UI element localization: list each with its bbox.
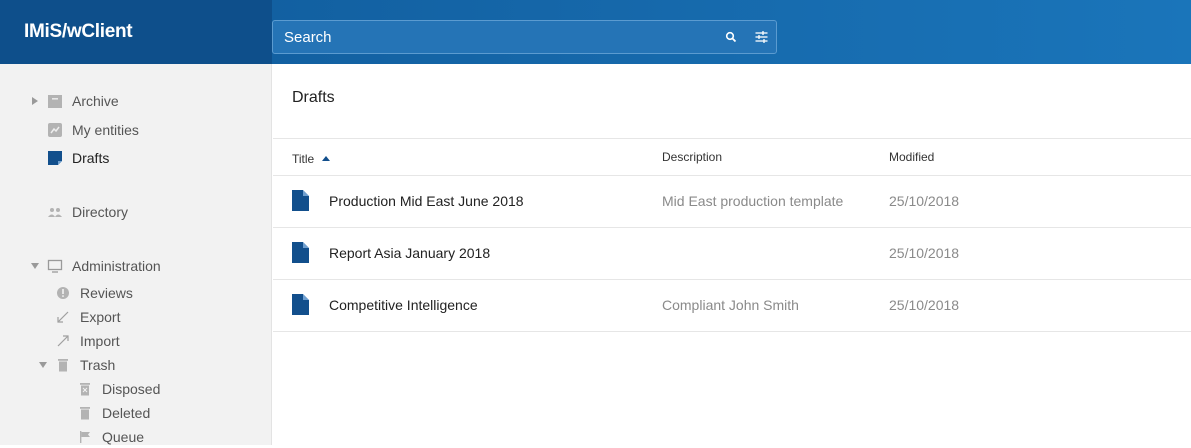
document-icon	[292, 294, 309, 318]
row-modified: 25/10/2018	[889, 245, 960, 261]
column-header-title[interactable]: Title	[292, 150, 330, 166]
row-title: Competitive Intelligence	[329, 297, 478, 313]
sidebar-item-my-entities[interactable]: My entities	[46, 119, 139, 141]
sidebar-item-reviews[interactable]: Reviews	[54, 282, 133, 304]
sidebar-item-drafts[interactable]: Drafts	[46, 147, 109, 169]
directory-icon	[46, 203, 64, 221]
sidebar-item-label: Trash	[80, 357, 116, 373]
import-icon	[54, 332, 72, 350]
sidebar-item-label: Queue	[102, 429, 145, 445]
row-description: Mid East production template	[662, 193, 844, 209]
sidebar-item-archive[interactable]: Archive	[28, 90, 119, 112]
deleted-icon	[76, 404, 94, 422]
sidebar-item-label: Archive	[72, 93, 119, 109]
table-row[interactable]: Production Mid East June 2018 Mid East p…	[273, 176, 1191, 228]
column-header-description[interactable]: Description	[662, 150, 722, 164]
row-modified: 25/10/2018	[889, 297, 960, 313]
sidebar-item-disposed[interactable]: Disposed	[76, 378, 160, 400]
table-header: Title Description Modified	[273, 138, 1191, 176]
sidebar-item-label: Import	[80, 333, 120, 349]
trash-icon	[54, 356, 72, 374]
drafts-icon	[46, 149, 64, 167]
queue-icon	[76, 428, 94, 446]
search-bar	[272, 20, 777, 54]
sidebar-item-trash[interactable]: Trash	[36, 354, 115, 376]
sidebar-item-label: Export	[80, 309, 121, 325]
my-entities-icon	[46, 121, 64, 139]
sidebar: Archive My entities Drafts Directory Adm…	[0, 64, 272, 445]
archive-icon	[46, 92, 64, 110]
page-title: Drafts	[292, 89, 335, 106]
document-icon	[292, 190, 309, 214]
sidebar-item-label: Administration	[72, 258, 161, 274]
main-content: Drafts Title Description Modified Produc…	[273, 64, 1191, 445]
sidebar-item-label: Deleted	[102, 405, 151, 421]
table-row[interactable]: Competitive Intelligence Compliant John …	[273, 280, 1191, 332]
top-bar: IMiS/wClient	[0, 0, 1191, 64]
sidebar-item-export[interactable]: Export	[54, 306, 120, 328]
collapse-caret-icon[interactable]	[28, 263, 42, 269]
sidebar-item-label: Disposed	[102, 381, 161, 397]
filter-settings-icon[interactable]	[746, 21, 776, 53]
disposed-icon	[76, 380, 94, 398]
reviews-icon	[54, 284, 72, 302]
sidebar-item-deleted[interactable]: Deleted	[76, 402, 150, 424]
sidebar-item-label: Directory	[72, 204, 129, 220]
row-description: Compliant John Smith	[662, 297, 799, 313]
row-modified: 25/10/2018	[889, 193, 960, 209]
sidebar-item-label: My entities	[72, 122, 139, 138]
sidebar-item-label: Drafts	[72, 150, 110, 166]
row-title: Report Asia January 2018	[329, 245, 491, 261]
search-icon[interactable]	[716, 21, 746, 53]
sort-ascending-icon	[321, 150, 330, 164]
collapse-caret-icon[interactable]	[36, 362, 50, 368]
table-row[interactable]: Report Asia January 2018 25/10/2018	[273, 228, 1191, 280]
expand-caret-icon[interactable]	[28, 97, 42, 105]
search-input[interactable]	[273, 28, 716, 46]
sidebar-item-directory[interactable]: Directory	[46, 201, 128, 223]
app-title[interactable]: IMiS/wClient	[0, 0, 272, 64]
row-title: Production Mid East June 2018	[329, 193, 524, 209]
sidebar-item-label: Reviews	[80, 285, 133, 301]
administration-icon	[46, 257, 64, 275]
sidebar-item-administration[interactable]: Administration	[28, 255, 161, 277]
sidebar-item-import[interactable]: Import	[54, 330, 120, 352]
export-icon	[54, 308, 72, 326]
document-icon	[292, 242, 309, 266]
column-header-modified[interactable]: Modified	[889, 150, 934, 164]
